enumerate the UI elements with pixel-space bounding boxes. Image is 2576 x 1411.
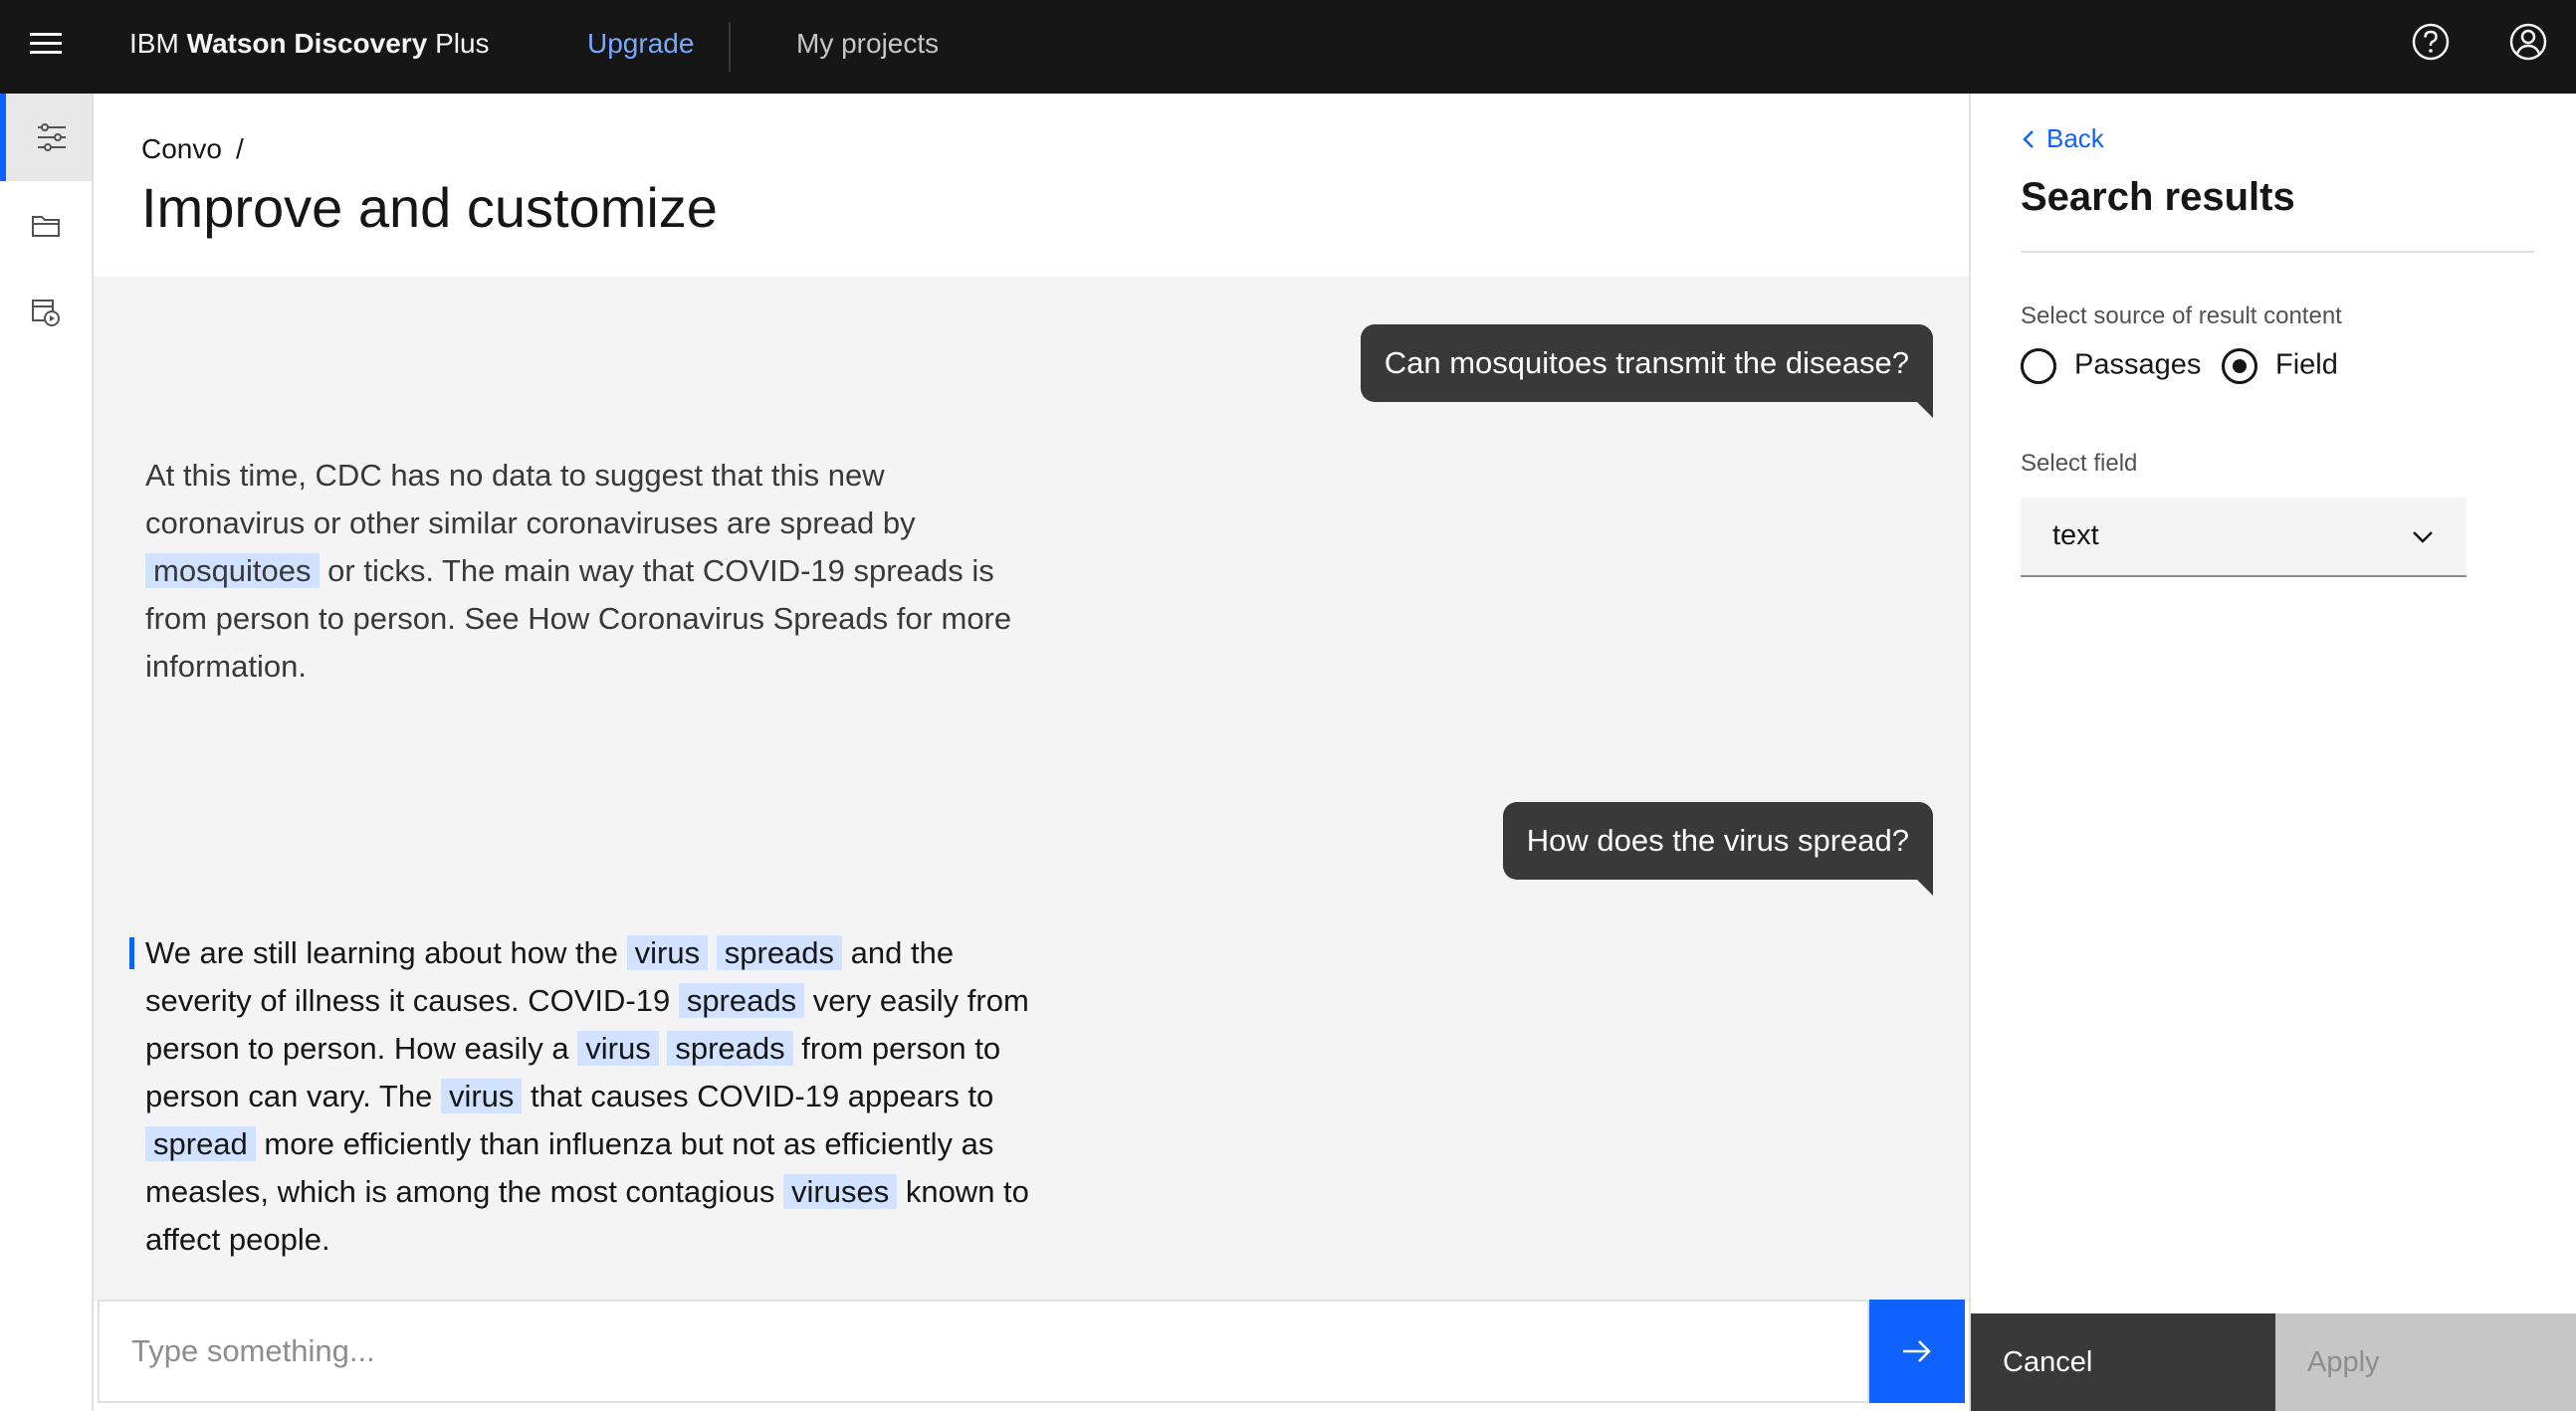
radio-passages-label: Passages xyxy=(2074,348,2202,381)
back-link[interactable]: Back xyxy=(2021,123,2104,154)
user-avatar-icon[interactable] xyxy=(2508,22,2548,62)
highlighted-term: spreads xyxy=(716,935,843,970)
select-field-label: Select field xyxy=(2021,450,2138,477)
highlighted-term: virus xyxy=(577,1031,659,1066)
bot-answer-selected[interactable]: We are still learning about how the viru… xyxy=(129,929,1041,1264)
rail-item-integrate[interactable] xyxy=(0,269,92,356)
arrow-right-icon xyxy=(1903,1340,1931,1362)
highlighted-term: mosquitoes xyxy=(145,553,320,588)
answer-text: We are still learning about how the xyxy=(145,935,619,970)
field-select-value: text xyxy=(2052,519,2099,551)
back-label: Back xyxy=(2046,123,2104,153)
page-title: Improve and customize xyxy=(141,176,718,239)
folder-icon xyxy=(32,216,60,237)
user-message: Can mosquitoes transmit the disease? xyxy=(1360,324,1934,418)
bot-answer: At this time, CDC has no data to suggest… xyxy=(145,452,1041,691)
search-results-panel: Back Search results Select source of res… xyxy=(1969,94,2576,1411)
apply-button[interactable]: Apply xyxy=(2275,1313,2576,1411)
message-input[interactable] xyxy=(98,1300,1869,1403)
side-nav-rail xyxy=(0,94,94,1411)
panel-title: Search results xyxy=(2021,175,2295,219)
highlighted-term: virus xyxy=(626,935,709,970)
top-header: IBM Watson Discovery Plus Upgrade My pro… xyxy=(0,0,2576,94)
my-projects-link[interactable]: My projects xyxy=(796,28,939,60)
settings-adjust-icon xyxy=(38,123,66,151)
radio-field-label: Field xyxy=(2275,348,2338,381)
page-header: Convo / Improve and customize xyxy=(94,94,1969,277)
conversation-area: Can mosquitoes transmit the disease? At … xyxy=(94,277,1969,1302)
field-select[interactable]: text xyxy=(2021,498,2467,577)
breadcrumb-separator: / xyxy=(235,133,244,164)
rail-item-improve[interactable] xyxy=(0,94,92,181)
chevron-left-icon xyxy=(2023,130,2034,148)
radio-field[interactable]: Field xyxy=(2222,348,2338,384)
cancel-button[interactable]: Cancel xyxy=(1971,1313,2275,1411)
panel-divider xyxy=(2021,251,2534,253)
user-message: How does the virus spread? xyxy=(1502,802,1934,896)
breadcrumb-project-link[interactable]: Convo xyxy=(141,133,222,164)
highlighted-term: virus xyxy=(440,1079,523,1113)
answer-text: that causes COVID-19 appears to xyxy=(531,1079,994,1113)
highlighted-term: spreads xyxy=(678,983,805,1018)
highlighted-term: spread xyxy=(145,1126,256,1161)
breadcrumb: Convo / xyxy=(141,133,244,165)
result-source-label: Select source of result content xyxy=(2021,302,2342,329)
brand-prefix: IBM xyxy=(129,28,179,59)
highlighted-term: viruses xyxy=(783,1174,898,1209)
highlighted-term: spreads xyxy=(667,1031,793,1066)
answer-text: At this time, CDC has no data to suggest… xyxy=(145,458,916,540)
radio-circle-checked xyxy=(2222,348,2257,384)
radio-circle xyxy=(2021,348,2056,384)
help-icon[interactable] xyxy=(2411,22,2451,62)
product-name[interactable]: IBM Watson Discovery Plus xyxy=(129,28,490,60)
menu-icon[interactable] xyxy=(28,26,66,64)
header-divider xyxy=(729,22,731,72)
send-button[interactable] xyxy=(1869,1300,1965,1403)
rail-item-collections[interactable] xyxy=(0,181,92,269)
chevron-down-icon xyxy=(2413,531,2433,543)
message-composer xyxy=(98,1300,1965,1403)
brand-suffix: Plus xyxy=(435,28,490,59)
brand-bold: Watson Discovery xyxy=(186,28,428,59)
upgrade-link[interactable]: Upgrade xyxy=(587,28,694,60)
data-base-add-icon xyxy=(32,300,60,326)
radio-passages[interactable]: Passages xyxy=(2021,348,2201,384)
